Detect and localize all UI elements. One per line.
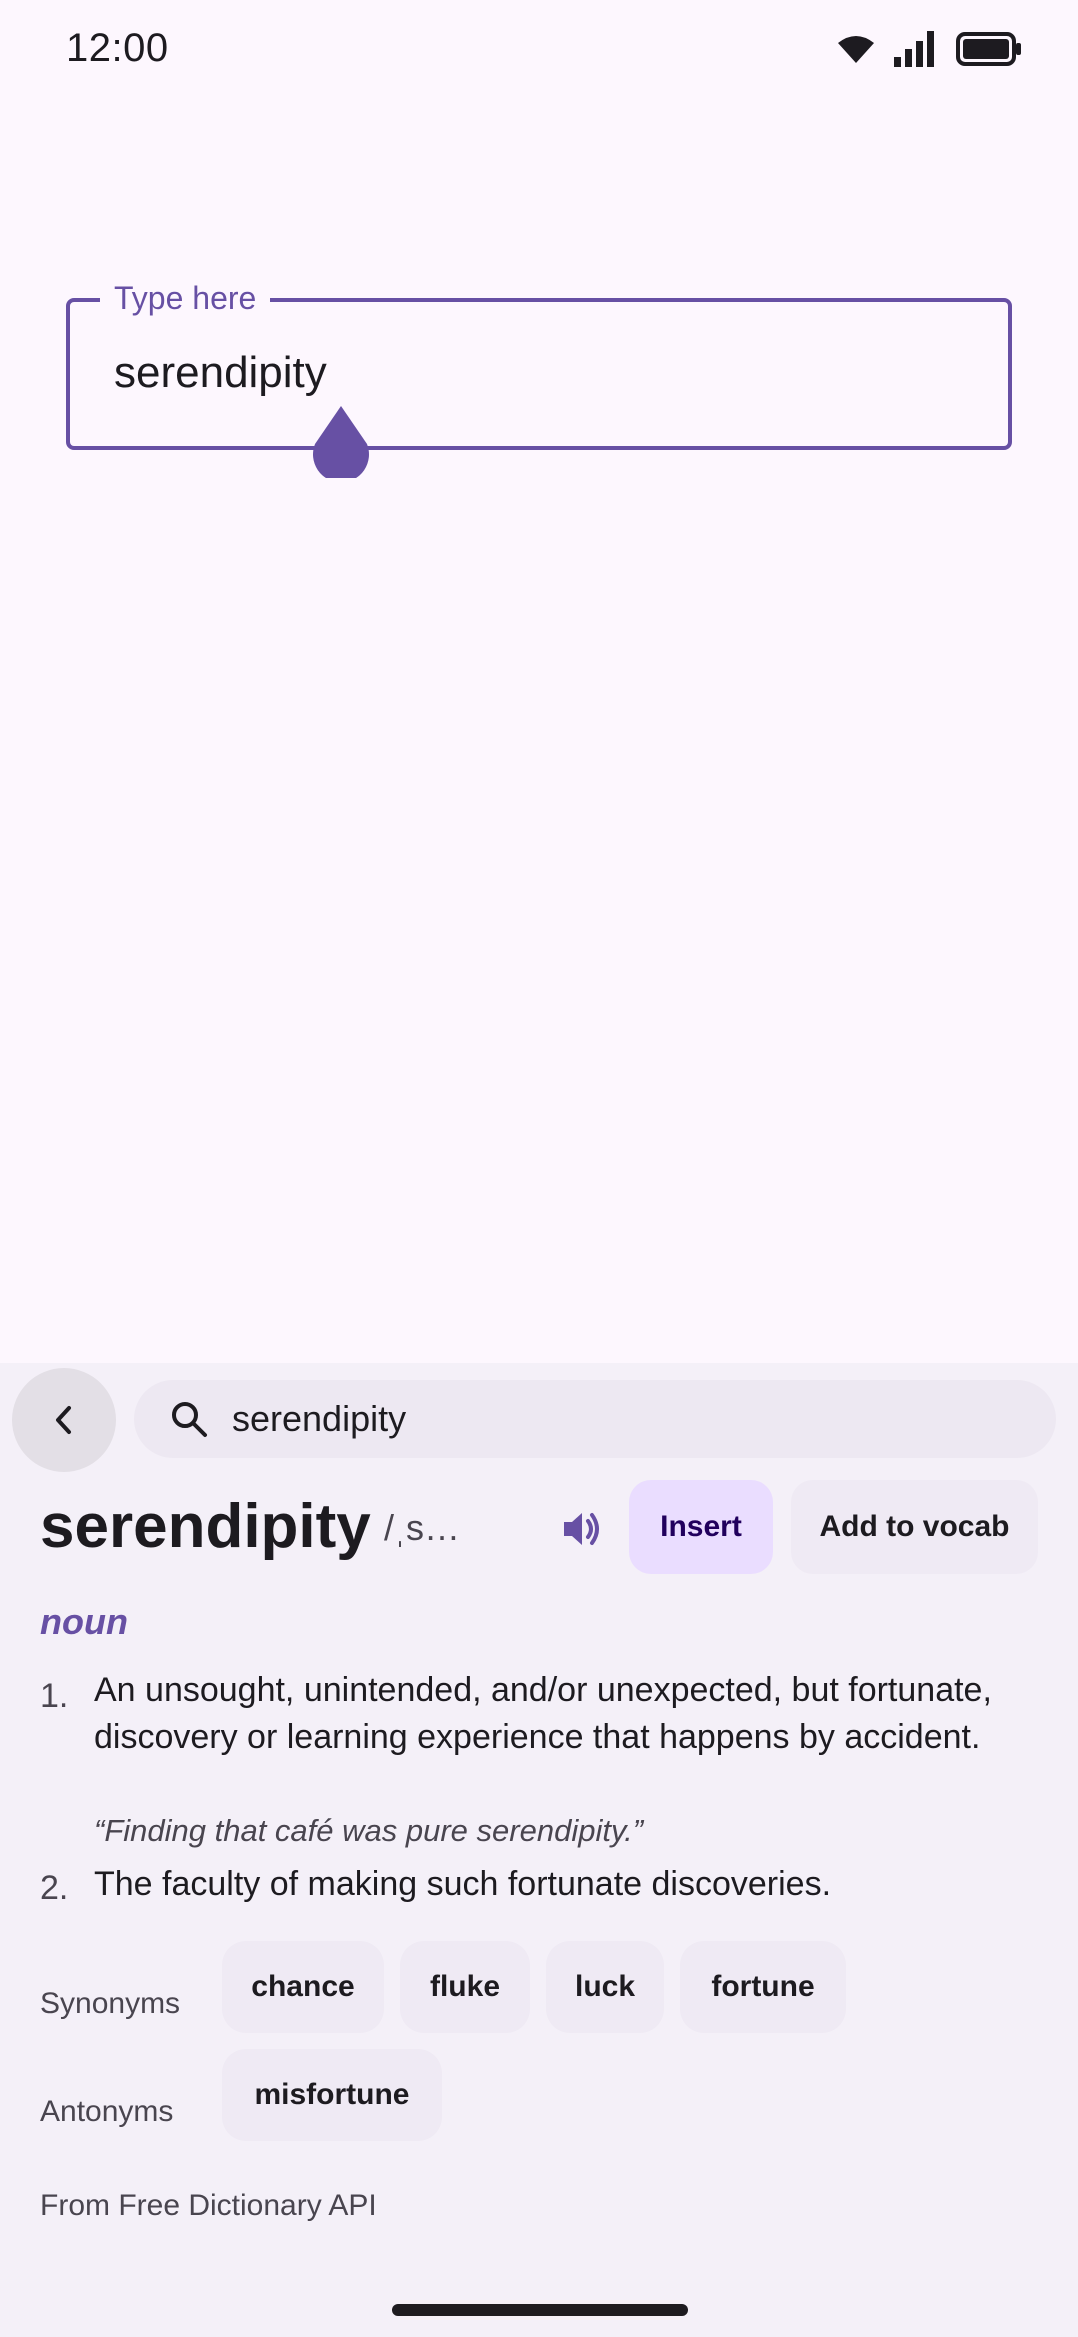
search-bar[interactable]: serendipity	[134, 1380, 1056, 1458]
insert-button[interactable]: Insert	[629, 1480, 773, 1574]
back-arrow-icon	[56, 1406, 71, 1434]
antonyms-label: Antonyms	[40, 2095, 174, 2128]
field-label: Type here	[100, 278, 271, 318]
add-to-vocab-button[interactable]: Add to vocab	[791, 1480, 1038, 1574]
antonym-chip[interactable]: misfortune	[222, 2049, 442, 2141]
synonym-chip[interactable]: fortune	[680, 1941, 846, 2033]
search-input[interactable]: serendipity	[232, 1398, 406, 1440]
part-of-speech: noun	[40, 1601, 128, 1642]
source-attribution: From Free Dictionary API	[40, 2189, 377, 2222]
synonym-chip[interactable]: chance	[222, 1941, 384, 2033]
synonym-chip[interactable]: fluke	[400, 1941, 530, 2033]
definition-number: 2.	[40, 1869, 69, 1907]
definition-example: “Finding that café was pure serendipity.…	[94, 1813, 644, 1848]
battery-icon	[956, 32, 1021, 66]
synonym-chip[interactable]: luck	[546, 1941, 664, 2033]
synonyms-label: Synonyms	[40, 1987, 181, 2020]
definition-text: An unsought, unintended, and/or unexpect…	[94, 1671, 992, 1756]
type-here-field[interactable]: Type here serendipity	[66, 278, 1012, 450]
back-button[interactable]	[12, 1368, 116, 1472]
status-time: 12:00	[66, 26, 169, 70]
status-bar: 12:00	[0, 0, 1078, 96]
definition-number: 1.	[40, 1677, 69, 1715]
dictionary-sheet: serendipity serendipity /ˌs… Insert Add …	[0, 1363, 1078, 2337]
speaker-icon[interactable]	[560, 1507, 604, 1551]
status-icons	[836, 28, 1022, 70]
headword: serendipity	[40, 1492, 371, 1561]
home-indicator[interactable]	[392, 2304, 688, 2316]
signal-icon	[894, 31, 934, 67]
phonetic: /ˌs…	[384, 1507, 460, 1548]
field-value[interactable]: serendipity	[114, 348, 327, 398]
search-icon	[172, 1402, 207, 1437]
wifi-icon	[838, 36, 874, 63]
definition-text: The faculty of making such fortunate dis…	[94, 1865, 832, 1903]
caret-handle-icon[interactable]	[310, 406, 372, 478]
